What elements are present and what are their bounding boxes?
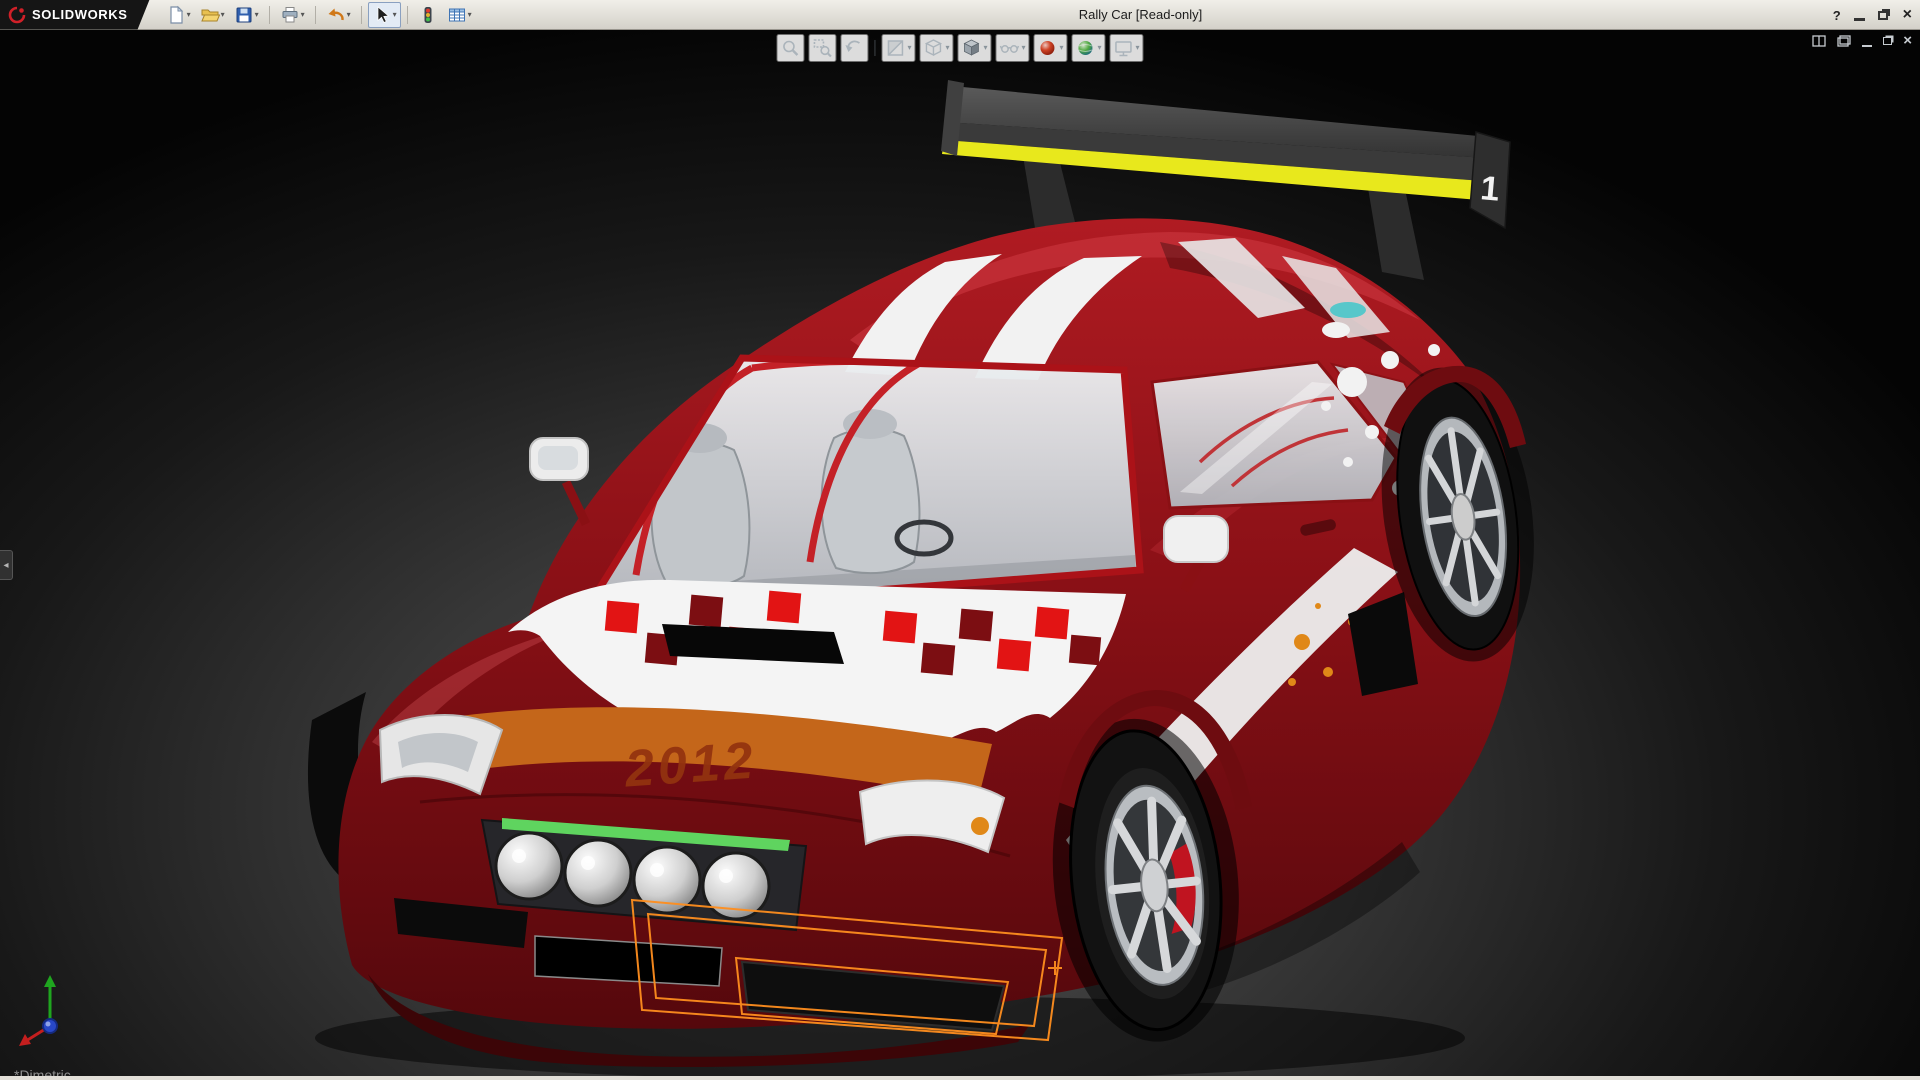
view-orientation-icon (923, 38, 943, 58)
restore-button[interactable] (1878, 11, 1888, 20)
window-bottom-edge (0, 1076, 1920, 1080)
minimize-button[interactable] (1854, 18, 1865, 21)
feature-panel-collapse-tab[interactable]: ◂ (0, 550, 13, 580)
titlebar: SOLIDWORKS ▾ ▾ ▾ (0, 0, 1920, 30)
z-axis-dot (43, 1019, 57, 1033)
document-title: Rally Car [Read-only] (1079, 7, 1203, 22)
toolbar-separator (874, 40, 875, 56)
dropdown-caret-icon[interactable]: ▾ (468, 11, 472, 19)
solidworks-logo: SOLIDWORKS (0, 0, 150, 30)
minimize-document-button[interactable] (1862, 45, 1872, 47)
restore-document-button[interactable] (1883, 37, 1892, 45)
dropdown-caret-icon[interactable]: ▾ (1098, 44, 1102, 52)
save-button[interactable]: ▾ (230, 2, 263, 28)
rebuild-icon (418, 5, 438, 25)
section-view-button[interactable]: ▾ (881, 34, 915, 62)
dropdown-caret-icon[interactable]: ▾ (1136, 44, 1140, 52)
edit-appearance-button[interactable]: ▾ (1034, 34, 1068, 62)
view-settings-icon (1114, 38, 1134, 58)
hide-show-items-button[interactable]: ▾ (995, 34, 1029, 62)
open-icon (200, 5, 220, 25)
zoom-to-area-button[interactable] (808, 34, 836, 62)
open-button[interactable]: ▾ (196, 2, 229, 28)
dropdown-caret-icon[interactable]: ▾ (221, 11, 225, 19)
document-window-controls: × (1812, 34, 1912, 48)
view-settings-button[interactable]: ▾ (1110, 34, 1144, 62)
rebuild-button[interactable] (414, 2, 442, 28)
print-button[interactable]: ▾ (276, 2, 309, 28)
apply-scene-button[interactable]: ▾ (1072, 34, 1106, 62)
wing-number-decal: 1 (1479, 169, 1501, 209)
display-style-icon (961, 38, 981, 58)
tile-window-icon[interactable] (1812, 35, 1826, 47)
previous-view-button[interactable] (840, 34, 868, 62)
rear-deck-detail (1330, 302, 1366, 318)
solidworks-logo-icon (8, 6, 26, 24)
car-model[interactable]: 1 (0, 30, 1920, 1080)
window-controls: ? × (1833, 0, 1912, 30)
close-document-button[interactable]: × (1903, 34, 1912, 48)
main-toolbar: ▾ ▾ ▾ ▾ (150, 2, 476, 28)
dropdown-caret-icon[interactable]: ▾ (347, 11, 351, 19)
apply-scene-icon (1076, 38, 1096, 58)
graphics-area[interactable]: 1 (0, 30, 1920, 1080)
close-button[interactable]: × (1903, 7, 1912, 23)
left-mirror[interactable] (530, 438, 588, 524)
hood-year-decal: 2012 (622, 732, 758, 799)
toolbar-separator (315, 6, 316, 24)
toolbar-separator (407, 6, 408, 24)
toolbar-separator (269, 6, 270, 24)
dropdown-caret-icon[interactable]: ▾ (1021, 44, 1025, 52)
collapse-arrow-icon: ◂ (3, 560, 8, 571)
display-style-button[interactable]: ▾ (957, 34, 991, 62)
dropdown-caret-icon[interactable]: ▾ (907, 44, 911, 52)
dropdown-caret-icon[interactable]: ▾ (983, 44, 987, 52)
previous-view-icon (844, 38, 864, 58)
dropdown-caret-icon[interactable]: ▾ (1060, 44, 1064, 52)
brand-text: SOLIDWORKS (32, 7, 128, 22)
y-axis-arrow (44, 975, 56, 987)
zoom-to-fit-button[interactable] (776, 34, 804, 62)
save-icon (234, 5, 254, 25)
dropdown-caret-icon[interactable]: ▾ (187, 11, 191, 19)
dropdown-caret-icon[interactable]: ▾ (301, 11, 305, 19)
undo-button[interactable]: ▾ (322, 2, 355, 28)
select-button[interactable]: ▾ (368, 2, 401, 28)
heads-up-view-toolbar: ▾ ▾ ▾ ▾ (776, 34, 1143, 62)
view-orientation-button[interactable]: ▾ (919, 34, 953, 62)
new-document-button[interactable]: ▾ (162, 2, 195, 28)
hide-show-items-icon (999, 38, 1019, 58)
dropdown-caret-icon[interactable]: ▾ (945, 44, 949, 52)
cascade-window-icon[interactable] (1837, 35, 1851, 47)
edit-appearance-icon (1038, 38, 1058, 58)
orientation-triad (16, 970, 106, 1054)
section-view-icon (885, 38, 905, 58)
help-button[interactable]: ? (1833, 8, 1841, 23)
zoom-to-area-icon (812, 38, 832, 58)
dropdown-caret-icon[interactable]: ▾ (255, 11, 259, 19)
undo-icon (326, 5, 346, 25)
select-cursor-icon (372, 5, 392, 25)
zoom-to-fit-icon (780, 38, 800, 58)
toolbar-separator (361, 6, 362, 24)
dropdown-caret-icon[interactable]: ▾ (393, 11, 397, 19)
file-properties-icon (447, 5, 467, 25)
print-icon (280, 5, 300, 25)
file-properties-button[interactable]: ▾ (443, 2, 476, 28)
new-document-icon (166, 5, 186, 25)
